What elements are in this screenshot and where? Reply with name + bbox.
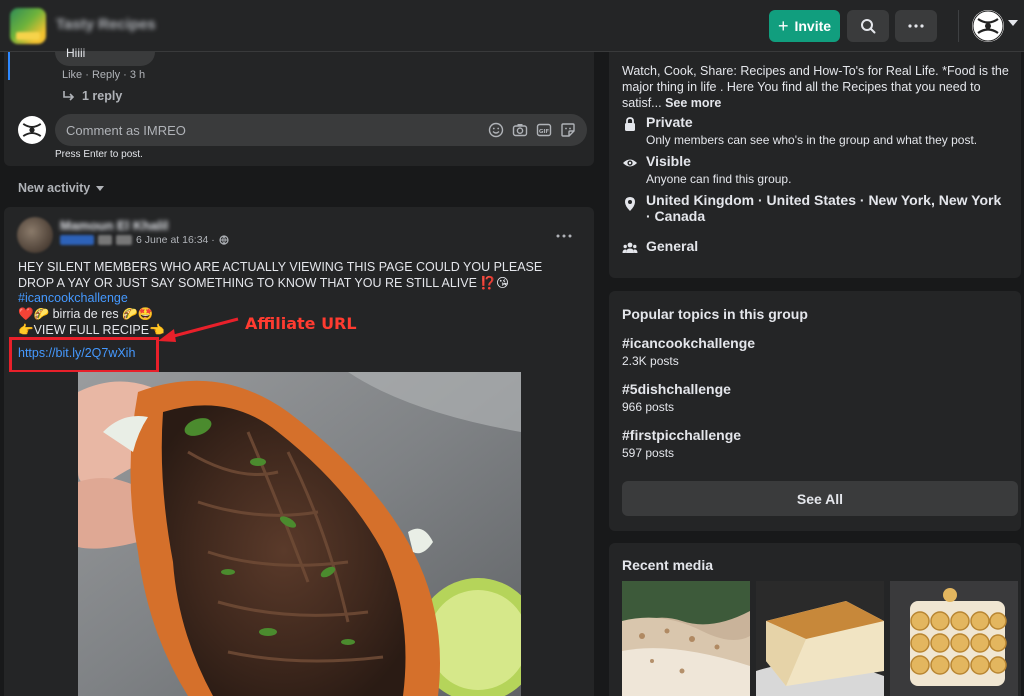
search-icon bbox=[861, 19, 876, 34]
media-thumbnail[interactable] bbox=[622, 581, 750, 696]
media-thumbnail[interactable] bbox=[890, 581, 1018, 696]
topic-link[interactable]: #5dishchallenge bbox=[622, 381, 731, 397]
post-body-text: HEY SILENT MEMBERS WHO ARE ACTUALLY VIEW… bbox=[18, 260, 543, 290]
post-photo[interactable] bbox=[4, 372, 594, 696]
recent-media-title: Recent media bbox=[622, 557, 714, 573]
sticker-icon[interactable] bbox=[560, 122, 576, 138]
topbar-divider bbox=[958, 10, 959, 42]
post-view-recipe-line: 👉VIEW FULL RECIPE👈 bbox=[18, 323, 165, 337]
privacy-row: Private Only members can see who's in th… bbox=[622, 114, 1012, 148]
recent-media-card: Recent media bbox=[609, 543, 1021, 696]
location-row: United Kingdom · United States · New Yor… bbox=[622, 192, 1012, 226]
svg-text:GIF: GIF bbox=[539, 129, 550, 135]
topic-post-count: 2.3K posts bbox=[622, 354, 679, 368]
sort-label: New activity bbox=[18, 181, 91, 195]
location-pin-icon bbox=[625, 197, 635, 211]
emoji-icon[interactable] bbox=[488, 122, 504, 138]
lock-icon bbox=[625, 117, 635, 131]
privacy-title: Private bbox=[646, 114, 693, 130]
commenter-avatar[interactable] bbox=[18, 116, 46, 144]
group-location: United Kingdom · United States · New Yor… bbox=[646, 192, 1002, 224]
category-row: General bbox=[622, 238, 1012, 256]
thread-indicator bbox=[8, 52, 10, 80]
topic-link[interactable]: #icancookchallenge bbox=[622, 335, 755, 351]
topic-post-count: 966 posts bbox=[622, 400, 675, 414]
group-logo[interactable] bbox=[10, 8, 46, 44]
privacy-description: Only members can see who's in the group … bbox=[646, 133, 978, 147]
chevron-down-icon bbox=[96, 185, 105, 191]
post-hashtag-link[interactable]: #icancookchallenge bbox=[18, 291, 128, 305]
previous-comment-text: Hiiii bbox=[66, 46, 86, 60]
author-avatar[interactable] bbox=[17, 217, 53, 253]
comment-meta[interactable]: Like · Reply · 3 h bbox=[62, 69, 145, 81]
badge-icon bbox=[98, 235, 112, 245]
taco-photo[interactable] bbox=[78, 372, 521, 696]
invite-label: Invite bbox=[794, 18, 832, 34]
post-date[interactable]: 6 June at 16:34 · bbox=[136, 234, 215, 246]
gif-icon[interactable]: GIF bbox=[536, 122, 552, 138]
view-replies-link[interactable]: 1 reply bbox=[62, 89, 122, 103]
invite-button[interactable]: + Invite bbox=[769, 10, 840, 42]
top-bar: Tasty Recipes + Invite bbox=[0, 0, 1024, 52]
eye-icon bbox=[623, 159, 637, 167]
sort-feed-dropdown[interactable]: New activity bbox=[18, 181, 105, 195]
more-icon bbox=[908, 24, 924, 28]
account-dropdown-caret[interactable] bbox=[1008, 20, 1018, 26]
visibility-description: Anyone can find this group. bbox=[646, 172, 792, 186]
popular-topics-card: Popular topics in this group #icancookch… bbox=[609, 291, 1021, 531]
about-group-card: Watch, Cook, Share: Recipes and How-To's… bbox=[609, 52, 1021, 278]
post-meta: +1 6 June at 16:34 · bbox=[60, 234, 229, 246]
more-icon bbox=[556, 234, 572, 238]
reply-link-label: 1 reply bbox=[82, 89, 123, 103]
badge-count: +1 bbox=[116, 235, 132, 245]
see-all-topics-button[interactable]: See All bbox=[622, 481, 1018, 516]
media-thumbnail[interactable] bbox=[756, 581, 884, 696]
comment-section-card: Hiiii Like · Reply · 3 h 1 reply GIF Pre… bbox=[4, 46, 594, 166]
popular-topics-title: Popular topics in this group bbox=[622, 306, 808, 322]
post-card: Mamoun El Khalil +1 6 June at 16:34 · HE… bbox=[4, 207, 594, 696]
member-badge bbox=[60, 235, 94, 245]
annotation-highlight-box bbox=[9, 337, 159, 373]
post-dish-line: ❤️🌮 birria de res 🌮🤩 bbox=[18, 307, 154, 321]
globe-icon bbox=[219, 235, 229, 245]
reply-arrow-icon bbox=[63, 91, 75, 101]
search-button[interactable] bbox=[847, 10, 889, 42]
visibility-title: Visible bbox=[646, 153, 691, 169]
press-enter-hint: Press Enter to post. bbox=[55, 149, 143, 160]
profile-avatar[interactable] bbox=[972, 10, 1004, 42]
post-author-name[interactable]: Mamoun El Khalil bbox=[60, 218, 168, 233]
topic-link[interactable]: #firstpicchallenge bbox=[622, 427, 741, 443]
camera-icon[interactable] bbox=[512, 122, 528, 138]
see-more-link[interactable]: See more bbox=[665, 96, 721, 110]
plus-icon: + bbox=[777, 16, 789, 36]
post-options-button[interactable] bbox=[556, 225, 572, 241]
more-options-button[interactable] bbox=[895, 10, 937, 42]
topic-post-count: 597 posts bbox=[622, 446, 675, 460]
group-description: Watch, Cook, Share: Recipes and How-To's… bbox=[622, 63, 1010, 111]
group-category: General bbox=[646, 238, 699, 254]
annotation-label: Affiliate URL bbox=[245, 314, 357, 333]
visibility-row: Visible Anyone can find this group. bbox=[622, 153, 1012, 187]
annotation-arrow bbox=[158, 317, 239, 342]
people-icon bbox=[622, 242, 638, 253]
group-name[interactable]: Tasty Recipes bbox=[56, 16, 156, 33]
comment-tools: GIF bbox=[488, 122, 576, 138]
